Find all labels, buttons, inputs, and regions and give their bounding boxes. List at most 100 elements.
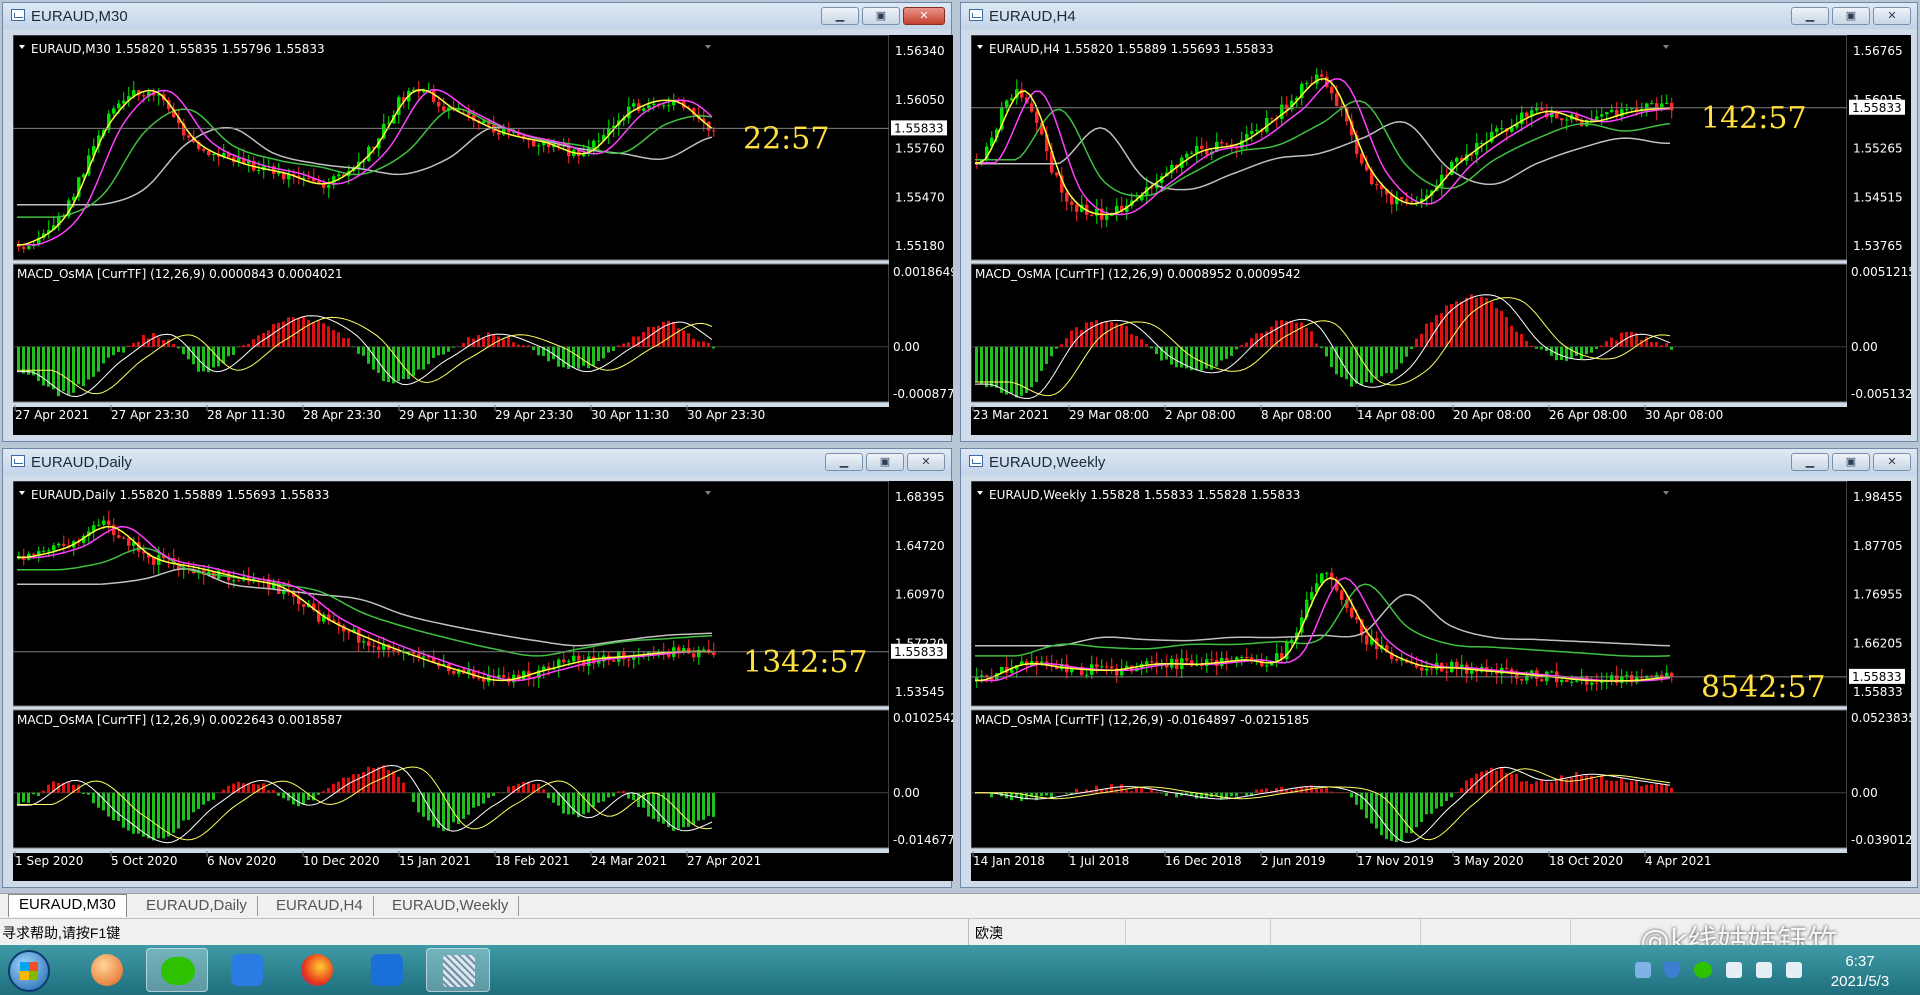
chart-canvas[interactable]: EURAUD,Daily 1.55820 1.55889 1.55693 1.5… [13, 481, 953, 881]
tab-euraud-daily[interactable]: EURAUD,Daily [136, 896, 258, 916]
macd-bar [1215, 346, 1218, 367]
date-axis-label: 20 Apr 08:00 [1453, 408, 1531, 422]
chart-window-weekly[interactable]: EURAUD,Weekly ▁ ▣ ✕ EURAUD,Weekly 1.5582… [960, 448, 1918, 888]
macd-bar [1550, 782, 1553, 793]
macd-bar [1510, 774, 1513, 793]
candle-body [572, 655, 576, 662]
price-axis-label: 1.56340 [895, 44, 945, 58]
minimize-button[interactable]: ▁ [821, 7, 859, 25]
macd-bar [482, 337, 485, 347]
macd-bar [1410, 792, 1413, 834]
wechat-icon [161, 957, 195, 985]
macd-bar [652, 326, 655, 347]
candle-body [117, 103, 121, 109]
maximize-button[interactable]: ▣ [862, 7, 900, 25]
window-title: EURAUD,H4 [989, 8, 1076, 25]
macd-bar [597, 792, 600, 803]
minimize-button[interactable]: ▁ [825, 453, 863, 471]
macd-bar [1330, 791, 1333, 793]
clock[interactable]: 6:37 2021/5/3 [1810, 952, 1910, 992]
chart-window-m30[interactable]: EURAUD,M30 ▁ ▣ ✕ EURAUD,M30 1.55820 1.55… [2, 2, 953, 442]
macd-bar [1045, 792, 1048, 796]
macd-bar [990, 346, 993, 387]
macd-bar [1385, 346, 1388, 374]
candle-body [1630, 108, 1634, 110]
blue-app-icon [231, 954, 263, 986]
chart-window-daily[interactable]: EURAUD,Daily ▁ ▣ ✕ EURAUD,Daily 1.55820 … [2, 448, 953, 888]
candle-body [1500, 128, 1504, 130]
candle-body [142, 95, 146, 97]
date-axis-label: 27 Apr 2021 [15, 408, 89, 422]
macd-bar [372, 346, 375, 370]
wifi-icon[interactable] [1726, 962, 1742, 978]
macd-bar [167, 792, 170, 837]
taskbar-app-5[interactable] [356, 948, 418, 992]
macd-bar [117, 792, 120, 821]
macd-bar [1380, 792, 1383, 836]
candle-body [42, 550, 46, 552]
title-bar[interactable]: EURAUD,Daily ▁ ▣ ✕ [3, 449, 951, 475]
maximize-button[interactable]: ▣ [1832, 7, 1870, 25]
title-bar[interactable]: EURAUD,H4 ▁ ▣ ✕ [961, 3, 1917, 29]
title-bar[interactable]: EURAUD,M30 ▁ ▣ ✕ [3, 3, 951, 29]
candle-body [662, 105, 666, 107]
network-icon[interactable] [1635, 962, 1651, 978]
taskbar-wechat[interactable] [146, 948, 208, 992]
macd-bar [702, 341, 705, 347]
chart-canvas[interactable]: EURAUD,H4 1.55820 1.55889 1.55693 1.5583… [971, 35, 1911, 435]
minimize-button[interactable]: ▁ [1791, 7, 1829, 25]
macd-bar [637, 336, 640, 347]
candle-body [497, 132, 501, 135]
price-axis-label: 1.56765 [1853, 44, 1903, 58]
candle-body [22, 246, 26, 249]
taskbar-firefox[interactable] [286, 948, 348, 992]
firefox-icon [301, 954, 333, 986]
taskbar-metatrader[interactable] [426, 948, 490, 992]
chart-info-text: EURAUD,M30 1.55820 1.55835 1.55796 1.558… [31, 42, 325, 56]
candle-body [1670, 102, 1674, 111]
title-bar[interactable]: EURAUD,Weekly ▁ ▣ ✕ [961, 449, 1917, 475]
macd-bar [37, 792, 40, 796]
tab-euraud-h4[interactable]: EURAUD,H4 [266, 896, 374, 916]
close-button[interactable]: ✕ [903, 7, 945, 25]
macd-axis-label: 0.00 [893, 340, 920, 354]
macd-bar [597, 346, 600, 362]
close-button[interactable]: ✕ [907, 453, 945, 471]
minimize-button[interactable]: ▁ [1791, 453, 1829, 471]
candle-body [642, 108, 646, 111]
taskbar-app-3[interactable] [216, 948, 278, 992]
candle-body [207, 150, 211, 156]
taskbar-app-1[interactable] [76, 948, 138, 992]
start-button[interactable] [8, 950, 50, 992]
macd-bar [1225, 792, 1228, 798]
macd-bar [272, 323, 275, 347]
macd-bar [1375, 792, 1378, 829]
wechat-tray-icon[interactable] [1694, 962, 1712, 978]
tab-euraud-m30[interactable]: EURAUD,M30 [8, 894, 127, 917]
macd-bar [202, 792, 205, 805]
tab-euraud-weekly[interactable]: EURAUD,Weekly [382, 896, 520, 916]
trading-app-icon [443, 955, 475, 987]
macd-bar [507, 786, 510, 793]
chart-canvas[interactable]: EURAUD,Weekly 1.55828 1.55833 1.55828 1.… [971, 481, 1911, 881]
macd-bar [267, 790, 270, 793]
chart-window-h4[interactable]: EURAUD,H4 ▁ ▣ ✕ EURAUD,H4 1.55820 1.5588… [960, 2, 1918, 442]
price-axis-label: 1.55760 [895, 142, 945, 156]
close-button[interactable]: ✕ [1873, 7, 1911, 25]
macd-bar [1265, 788, 1268, 793]
date-axis-label: 17 Nov 2019 [1357, 854, 1434, 868]
maximize-button[interactable]: ▣ [1832, 453, 1870, 471]
shield-icon[interactable] [1664, 962, 1680, 978]
macd-bar [1455, 301, 1458, 347]
candle-body [1105, 215, 1109, 220]
signal-icon[interactable] [1786, 962, 1802, 978]
macd-bar [182, 792, 185, 821]
chart-canvas[interactable]: EURAUD,M30 1.55820 1.55835 1.55796 1.558… [13, 35, 953, 435]
candle-body [1575, 680, 1579, 682]
price-axis-label: 1.56050 [895, 93, 945, 107]
macd-bar [417, 792, 420, 813]
close-button[interactable]: ✕ [1873, 453, 1911, 471]
macd-bar [1050, 346, 1053, 357]
volume-icon[interactable] [1756, 962, 1772, 978]
maximize-button[interactable]: ▣ [866, 453, 904, 471]
